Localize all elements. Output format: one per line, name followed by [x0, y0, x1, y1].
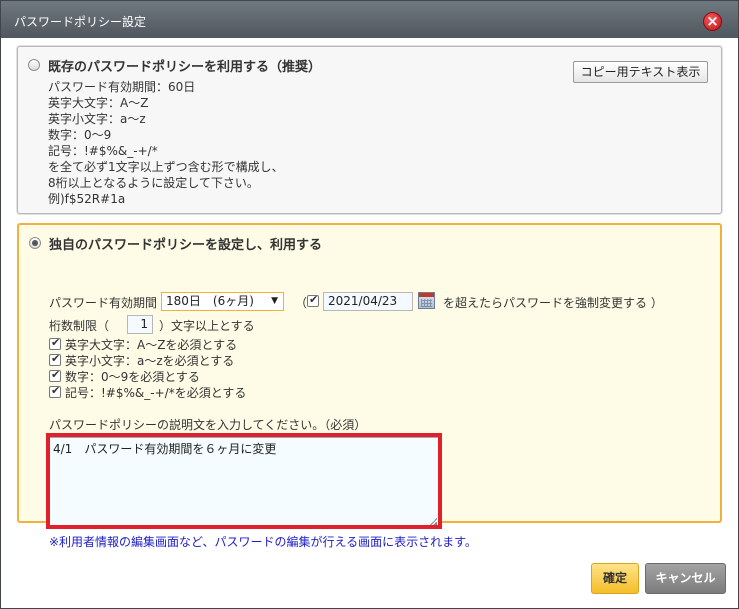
policy-line: パスワード有効期間：60日 — [48, 80, 196, 94]
length-limit-label: 桁数制限（ — [49, 319, 110, 333]
dialog-body: 既存のパスワードポリシーを利用する（推奨） コピー用テキスト表示 パスワード有効… — [1, 38, 738, 608]
existing-policy-radio[interactable] — [28, 59, 40, 71]
custom-policy-panel: 独自のパスワードポリシーを設定し、利用する パスワード有効期間 180日 (6ヶ… — [17, 223, 722, 549]
validity-select-value: 180日 (6ヶ月) — [166, 294, 254, 308]
description-label: パスワードポリシーの説明文を入力してください。（必須） — [49, 418, 367, 432]
description-note: ※利用者情報の編集画面など、パスワードの編集が行える画面に表示されます。 — [49, 535, 477, 549]
close-icon[interactable]: × — [703, 12, 722, 31]
force-open-paren: （ — [295, 296, 308, 310]
policy-line: 英字大文字：A～Z — [48, 96, 149, 110]
dialog-title: パスワードポリシー設定 — [14, 15, 147, 29]
policy-line: 例)f$52R#1a — [48, 192, 126, 206]
policy-line: を全て必ず1文字以上ずつ含む形で構成し、 — [48, 160, 284, 174]
cancel-button[interactable]: キャンセル — [645, 563, 726, 594]
req-uppercase-label: 英字大文字：A～Zを必須とする — [65, 338, 238, 352]
validity-select[interactable]: 180日 (6ヶ月) ▼ — [161, 292, 284, 311]
custom-policy-heading: 独自のパスワードポリシーを設定し、利用する — [49, 238, 323, 253]
req-symbol-checkbox[interactable] — [49, 384, 61, 398]
req-lowercase-label: 英字小文字：a～zを必須とする — [65, 354, 235, 368]
force-change-suffix: を超えたらパスワードを強制変更する ） — [443, 296, 663, 310]
policy-line: 記号：!#$%&_-+/* — [48, 144, 158, 158]
password-policy-dialog: パスワードポリシー設定 × 既存のパスワードポリシーを利用する（推奨） コピー用… — [0, 0, 739, 609]
description-textarea[interactable]: 4/1 パスワード有効期間を６ヶ月に変更 — [49, 437, 439, 527]
validity-label: パスワード有効期間 — [49, 296, 158, 310]
length-limit-input[interactable]: 1 — [127, 315, 153, 334]
existing-policy-panel: 既存のパスワードポリシーを利用する（推奨） コピー用テキスト表示 パスワード有効… — [17, 46, 722, 214]
existing-policy-text: パスワード有効期間：60日 英字大文字：A～Z 英字小文字：a～z 数字：0～9… — [48, 79, 284, 207]
force-change-checkbox[interactable] — [307, 293, 319, 307]
req-digit-label: 数字：0～9を必須とする — [65, 370, 200, 384]
existing-policy-heading: 既存のパスワードポリシーを利用する（推奨） — [48, 60, 322, 75]
length-limit-suffix: ）文字以上とする — [159, 319, 255, 333]
copy-text-button[interactable]: コピー用テキスト表示 — [573, 61, 708, 83]
policy-line: 数字：0～9 — [48, 128, 112, 142]
req-uppercase-checkbox[interactable] — [49, 336, 61, 350]
force-change-date-input[interactable]: 2021/04/23 — [323, 292, 413, 311]
policy-line: 英字小文字：a～z — [48, 112, 146, 126]
dialog-titlebar[interactable]: パスワードポリシー設定 × — [1, 1, 738, 38]
policy-line: 8桁以上となるように設定して下さい。 — [48, 176, 259, 190]
confirm-button[interactable]: 確定 — [591, 563, 639, 594]
req-digit-checkbox[interactable] — [49, 368, 61, 382]
chevron-down-icon: ▼ — [271, 296, 278, 306]
req-symbol-label: 記号：!#$%&_-+/*を必須とする — [65, 386, 247, 400]
req-lowercase-checkbox[interactable] — [49, 352, 61, 366]
calendar-icon[interactable] — [418, 292, 435, 309]
custom-policy-radio[interactable] — [29, 237, 41, 249]
